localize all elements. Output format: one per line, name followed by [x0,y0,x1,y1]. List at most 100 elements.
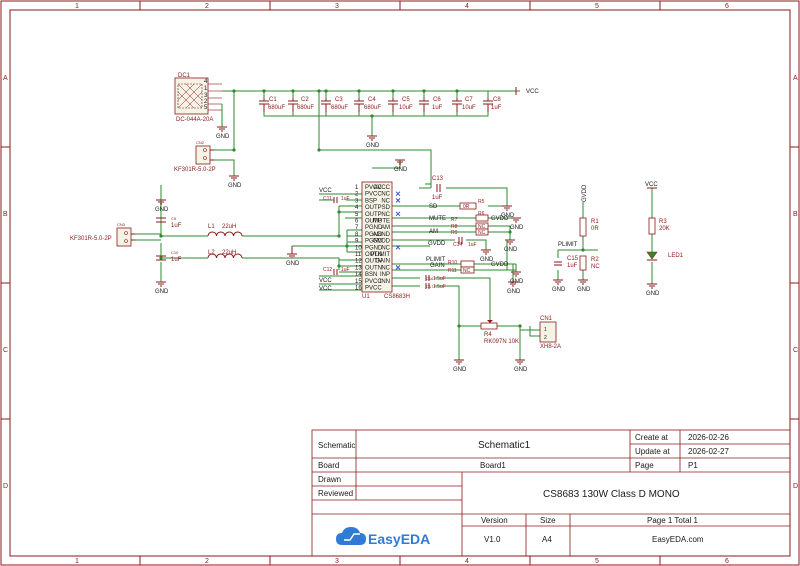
c1-ref: C1 [269,97,277,103]
u1-left-pin-num: 16 [355,286,362,292]
r5-ref: R5 [478,199,485,205]
u1-right-pin-name: NC [381,192,390,198]
net-sd: SD [429,204,438,210]
gnd-label: GND [504,247,518,253]
r5-value: 0R [463,204,470,210]
gnd-symbol: GND [453,359,467,373]
dc1-ref: DC1 [178,73,191,79]
c1-value: 680uF [268,105,285,111]
u1-left-pin-name: OUTP [365,205,382,211]
c11-ref: C11 [323,196,332,202]
c16-value: 1.5uF [433,276,446,282]
c12-value: 1uF [341,267,350,273]
zone-col-bottom: 5 [595,558,599,565]
c13 [436,184,441,192]
zone-col-bottom: 3 [335,558,339,565]
l2-ref: L2 [208,250,215,256]
cn1-ref: CN1 [540,316,553,322]
cn2-connector [195,145,214,165]
u1-left-pin-num: 8 [355,232,359,238]
bulk-capacitor-labels: C1 680uF C2 680uF C3 680uF C4 680uF C5 1… [268,97,502,111]
gnd-label: GND [510,225,524,231]
sheet-border-outer [0,0,800,566]
gnd-label: GND [228,183,242,189]
u1-net-labels: SD MUTE AM GVDD GVDD GVDD PLIMIT GAIN [426,204,509,269]
u1-value: CS8683H [384,294,410,300]
u1-left-pin-num: 2 [355,192,359,198]
cn1-pin-1: 1 [544,327,547,333]
u1-right-pin-name: GAIN [375,259,390,265]
c14-value: 1uF [468,242,477,248]
c12-ref: C12 [323,267,332,273]
gnd-symbol: GND [510,217,524,231]
zone-row-right: A [793,75,798,82]
net-gain: GAIN [430,263,445,269]
u1-right-pin-name: AGND [373,232,391,238]
gnd-symbol: GND [394,159,408,173]
r1-ref: R1 [591,219,599,225]
net-plimit-2: PLIMIT [558,242,578,248]
vcc-label-led: VCC [645,182,658,188]
c15-plates [554,261,562,266]
zone-row-left: D [3,483,8,490]
schematic-canvas: 112233445566A AB BC CD D DC1 DC-044A-20A 4 1… [0,0,800,566]
u1-left-pin-num: 12 [355,259,362,265]
zone-col-bottom: 2 [205,558,209,565]
c7-value: 10uF [462,105,476,111]
u1-left-pin-name: BSN [365,272,377,278]
r9-ref: R9 [451,230,458,236]
c6-value: 1uF [432,105,443,111]
c9-ref: C9 [171,216,177,221]
u1-right-pin-name: NC [381,198,390,204]
c15-value: 1uF [567,263,578,269]
r2-value: NC [591,264,600,270]
gnd-symbol: GND [646,283,660,297]
c2-value: 680uF [297,105,314,111]
vcc-label-u1-2: VCC [319,278,332,284]
c13-value: 1uF [432,195,443,201]
easyeda-logo: EasyEDA [336,527,430,547]
tb-board-label: Board [318,461,339,470]
cn1-value: XH8-2A [540,344,561,350]
c10-value: 1uF [171,257,182,263]
gnd-symbol: GND [504,239,518,253]
u1-right-pin-name: NC [381,265,390,271]
gnd-symbol: GND [155,199,169,213]
zone-col-bottom: 6 [725,558,729,565]
u1-left-pin-name: PVCC [365,286,382,292]
zone-row-right: C [793,347,798,354]
u1-left-pin-name: OUTP [365,212,382,218]
r3-ref: R3 [659,219,667,225]
r3-value: 20K [659,226,670,232]
l2-value: 22uH [222,250,236,256]
c8-value: 1uF [491,105,502,111]
r1-value: 0R [591,226,599,232]
u1-right-pin-name: MUTE [373,219,390,225]
c10-ref: C10 [171,250,179,255]
tb-site: EasyEDA.com [652,535,704,544]
r11-value: NC [463,268,471,274]
gnd-symbol: GND [286,246,300,267]
zone-col-top: 4 [465,3,469,10]
gnd-symbol: GND [577,279,591,293]
vcc-label-u1-1: VCC [319,188,332,194]
gnd-symbol: GND [155,281,169,295]
net-gvdd-3: GVDD [491,262,509,268]
net-gvdd-2: GVDD [491,216,509,222]
tb-version-label: Version [481,516,508,525]
c3-ref: C3 [335,97,343,103]
tb-page-value: P1 [688,461,698,470]
c7-ref: C7 [465,97,473,103]
u1-right-pin-name: NC [381,212,390,218]
tb-version-value: V1.0 [484,535,501,544]
gnd-symbol: GND [514,359,528,373]
c17-value: 1.5uF [433,284,446,290]
gnd-label: GND [216,134,230,140]
c5-value: 10uF [399,105,413,111]
u1-right-pin-name: AM [381,225,390,231]
u1-left-pin-num: 1 [355,185,359,191]
c13-ref: C13 [432,176,444,182]
zone-col-top: 1 [75,3,79,10]
l1-value: 22uH [222,224,236,230]
cn3-value: KF301R-5.0-2P [70,236,112,242]
